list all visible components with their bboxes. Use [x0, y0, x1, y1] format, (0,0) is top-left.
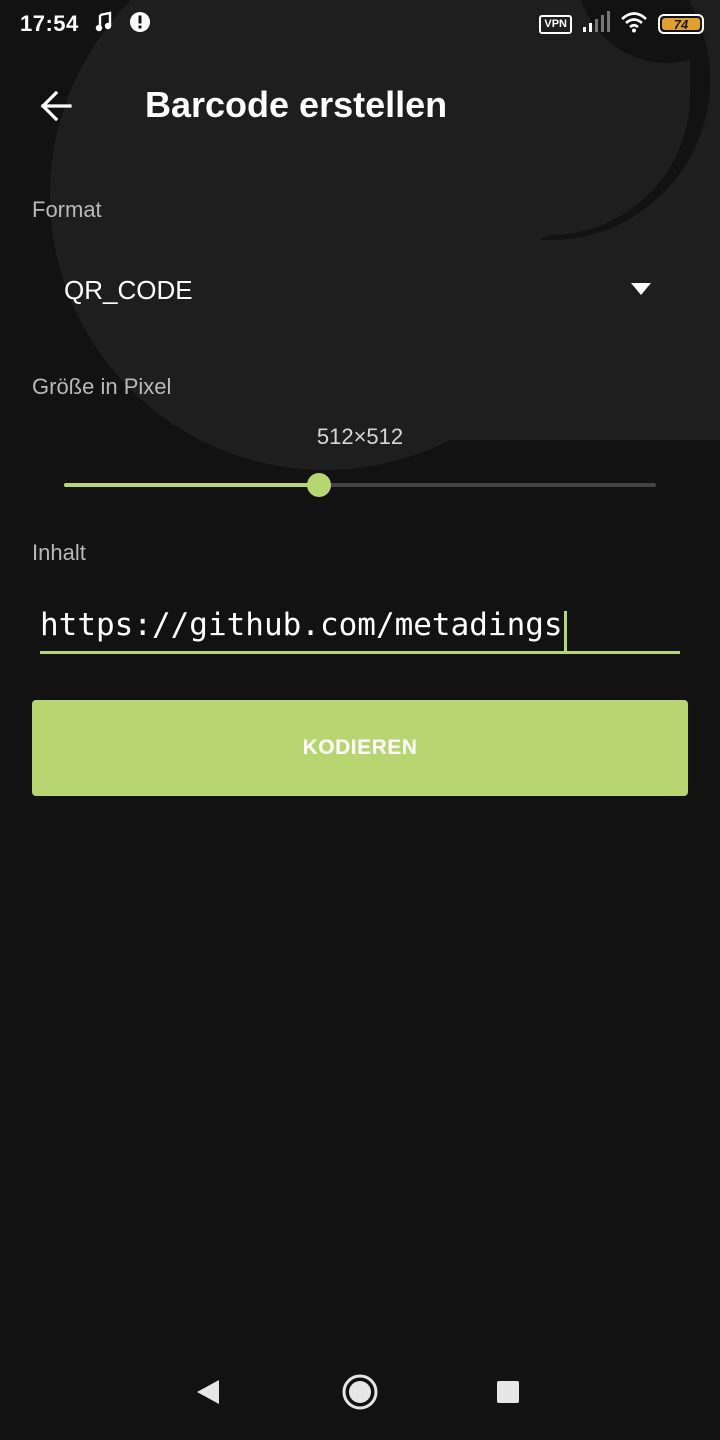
format-selected-value: QR_CODE	[64, 275, 193, 305]
nav-recents-icon	[497, 1381, 519, 1403]
content-input-value: https://github.com/metadings	[40, 607, 563, 643]
slider-thumb[interactable]	[306, 473, 331, 497]
navigation-bar	[0, 1350, 720, 1440]
status-time: 17:54	[20, 11, 79, 36]
nav-home-button[interactable]	[332, 1368, 388, 1416]
slider-active-track	[64, 483, 319, 487]
status-bar: 17:54 VPN 74	[0, 0, 720, 48]
arrow-back-icon	[40, 90, 72, 122]
alert-notification-icon	[129, 11, 151, 38]
battery-level: 74	[673, 16, 689, 32]
encode-button[interactable]: KODIEREN	[32, 700, 688, 796]
format-dropdown[interactable]: QR_CODE	[32, 250, 688, 332]
content-input[interactable]: https://github.com/metadings	[40, 596, 680, 654]
size-value: 512×512	[316, 424, 404, 449]
nav-recents-button[interactable]	[480, 1368, 536, 1416]
nav-back-button[interactable]	[180, 1368, 236, 1416]
text-cursor	[563, 610, 567, 651]
back-button[interactable]	[30, 82, 82, 130]
content-label: Inhalt	[32, 540, 86, 565]
content-input-underline	[40, 651, 680, 654]
size-slider[interactable]	[64, 470, 656, 500]
wifi-icon	[620, 11, 648, 38]
nav-home-icon	[342, 1374, 378, 1410]
vpn-badge: VPN	[539, 14, 572, 34]
music-notification-icon	[93, 11, 115, 38]
format-label: Format	[32, 197, 102, 222]
page-title: Barcode erstellen	[145, 84, 448, 125]
app-bar: Barcode erstellen	[0, 60, 720, 152]
size-label: Größe in Pixel	[32, 374, 172, 399]
triangle-down-icon	[631, 283, 651, 295]
signal-icon	[582, 10, 610, 38]
nav-back-icon	[197, 1380, 219, 1404]
battery-icon: 74	[658, 14, 704, 34]
